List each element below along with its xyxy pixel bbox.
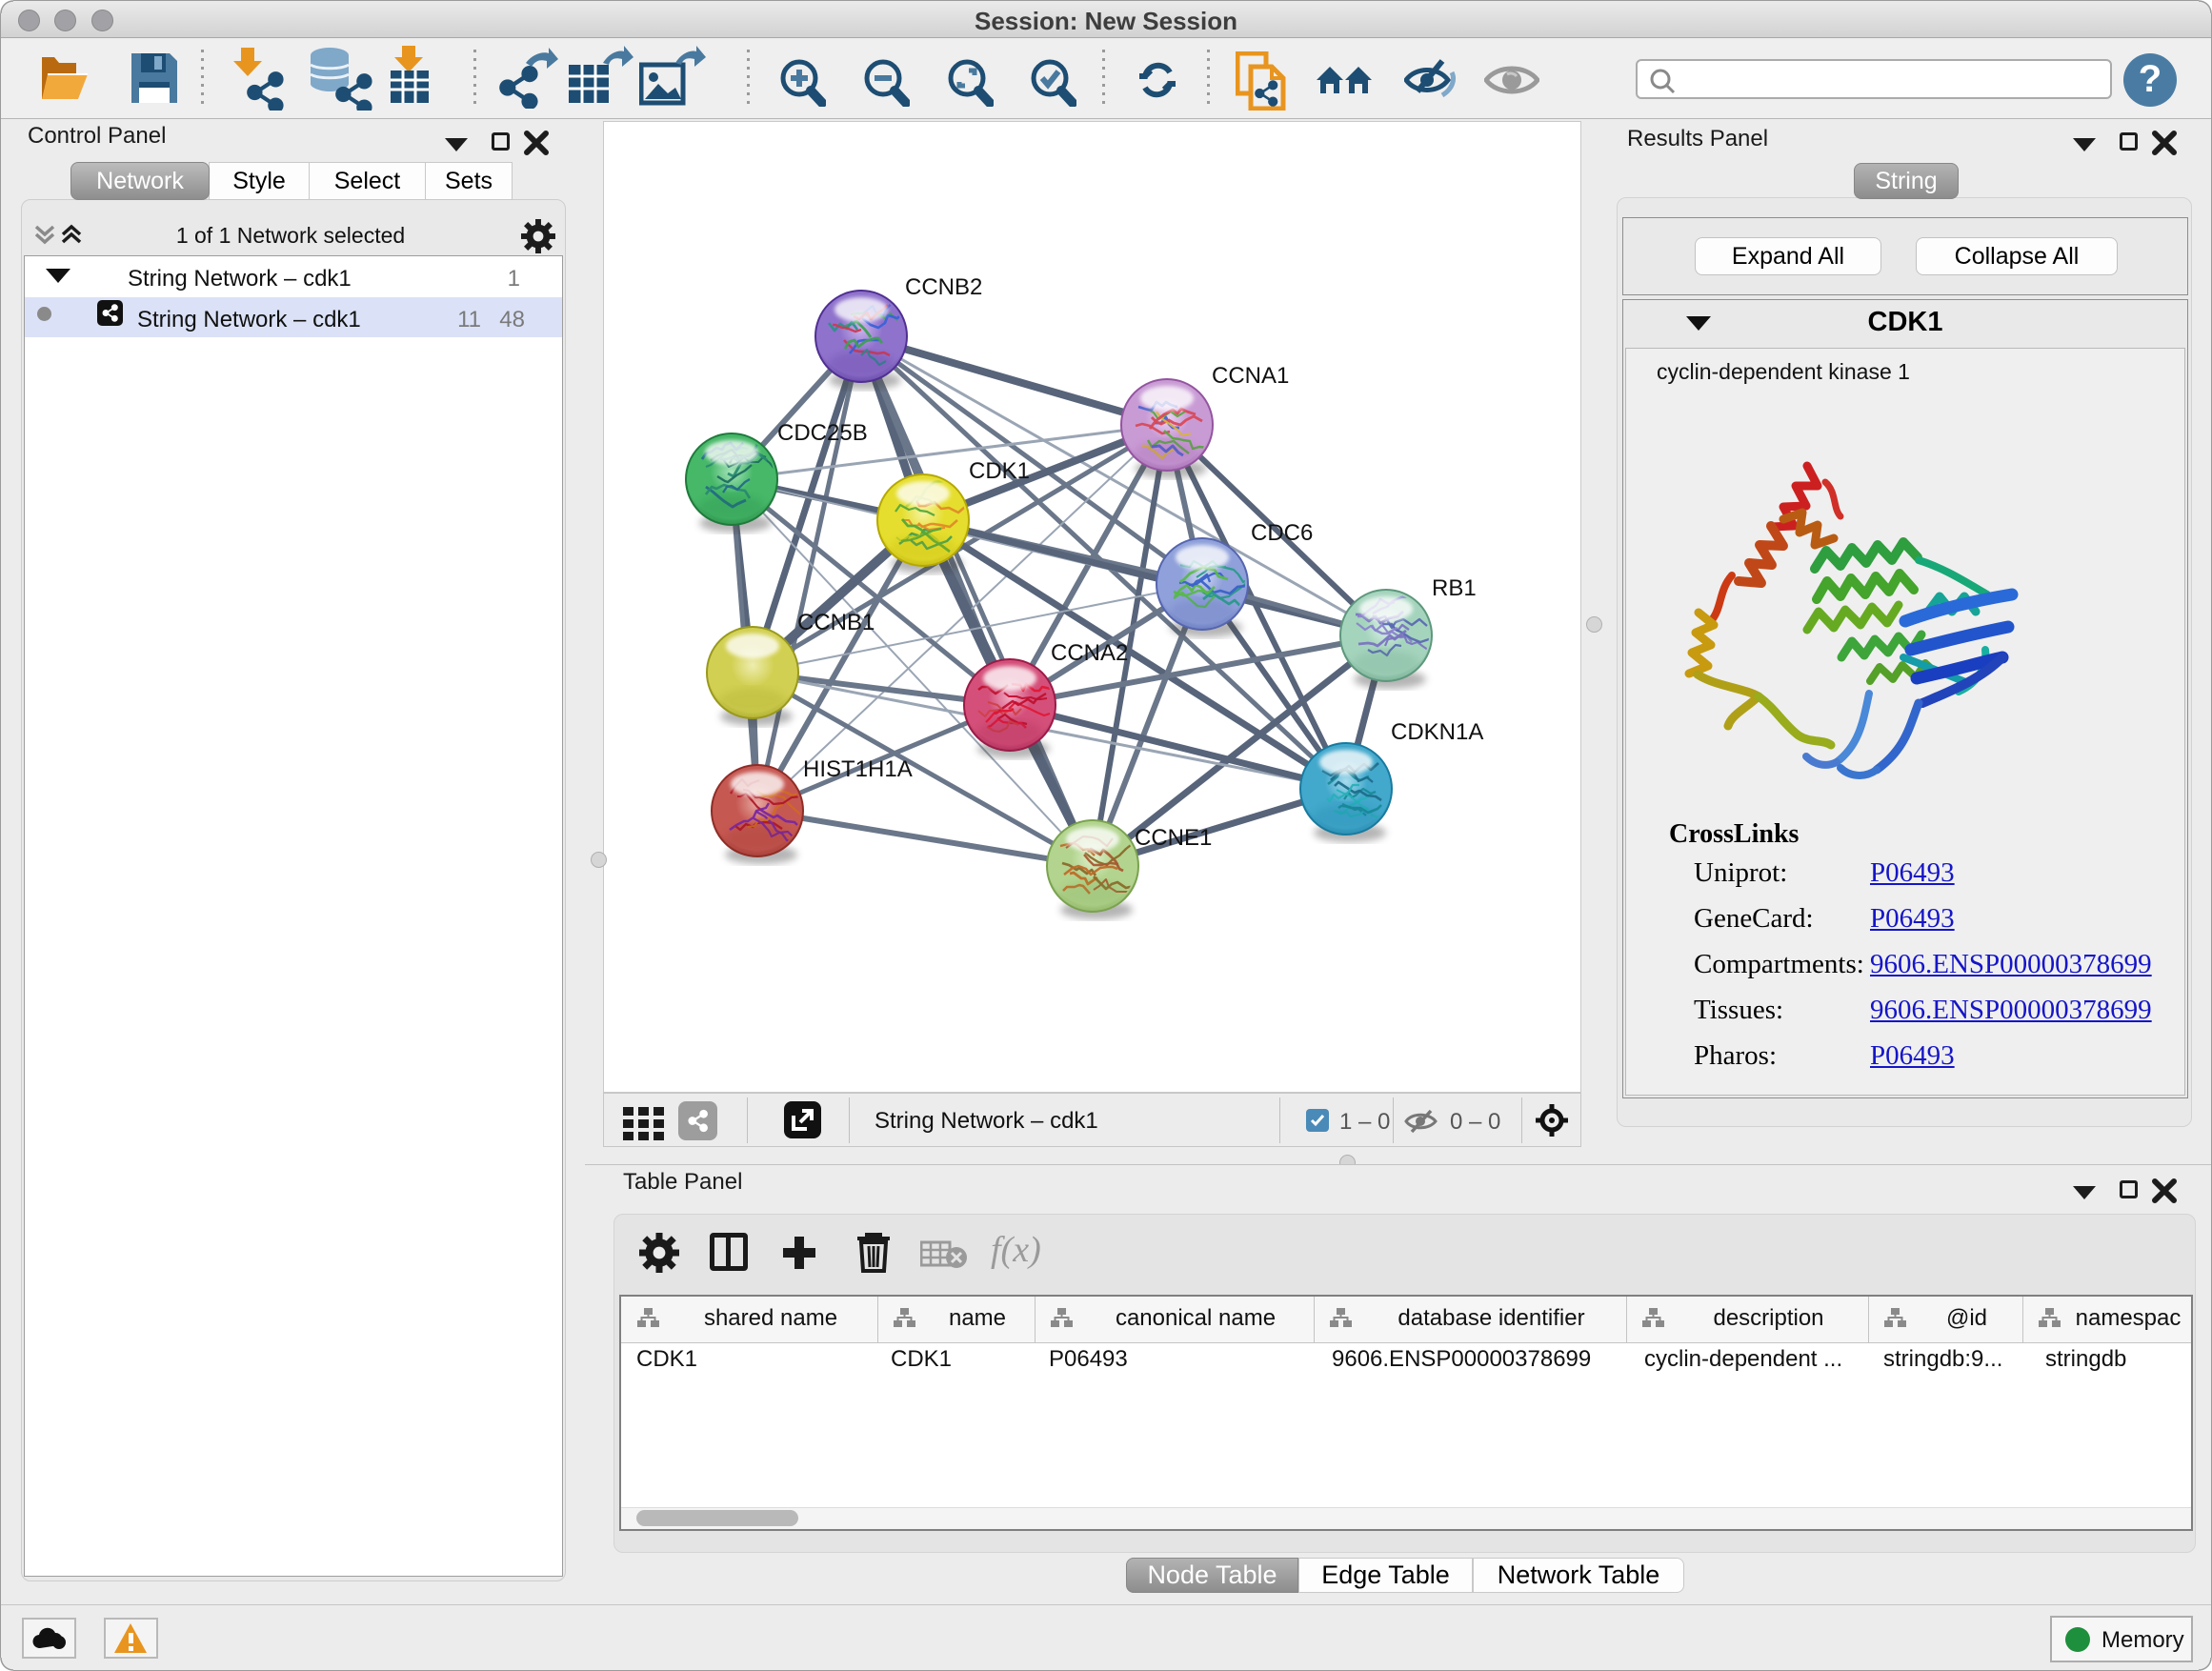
svg-text:HIST1H1A: HIST1H1A [803, 756, 913, 782]
svg-text:RB1: RB1 [1432, 575, 1477, 601]
svg-text:CCNA2: CCNA2 [1051, 640, 1128, 666]
svg-text:CDK1: CDK1 [969, 458, 1030, 484]
svg-text:CCNB1: CCNB1 [797, 610, 875, 635]
svg-text:CDKN1A: CDKN1A [1391, 719, 1483, 745]
svg-text:CDC25B: CDC25B [777, 420, 868, 446]
svg-text:CCNA1: CCNA1 [1212, 363, 1289, 389]
svg-text:CCNE1: CCNE1 [1135, 825, 1212, 851]
svg-text:CCNB2: CCNB2 [905, 274, 982, 300]
svg-text:CDC6: CDC6 [1251, 520, 1313, 546]
